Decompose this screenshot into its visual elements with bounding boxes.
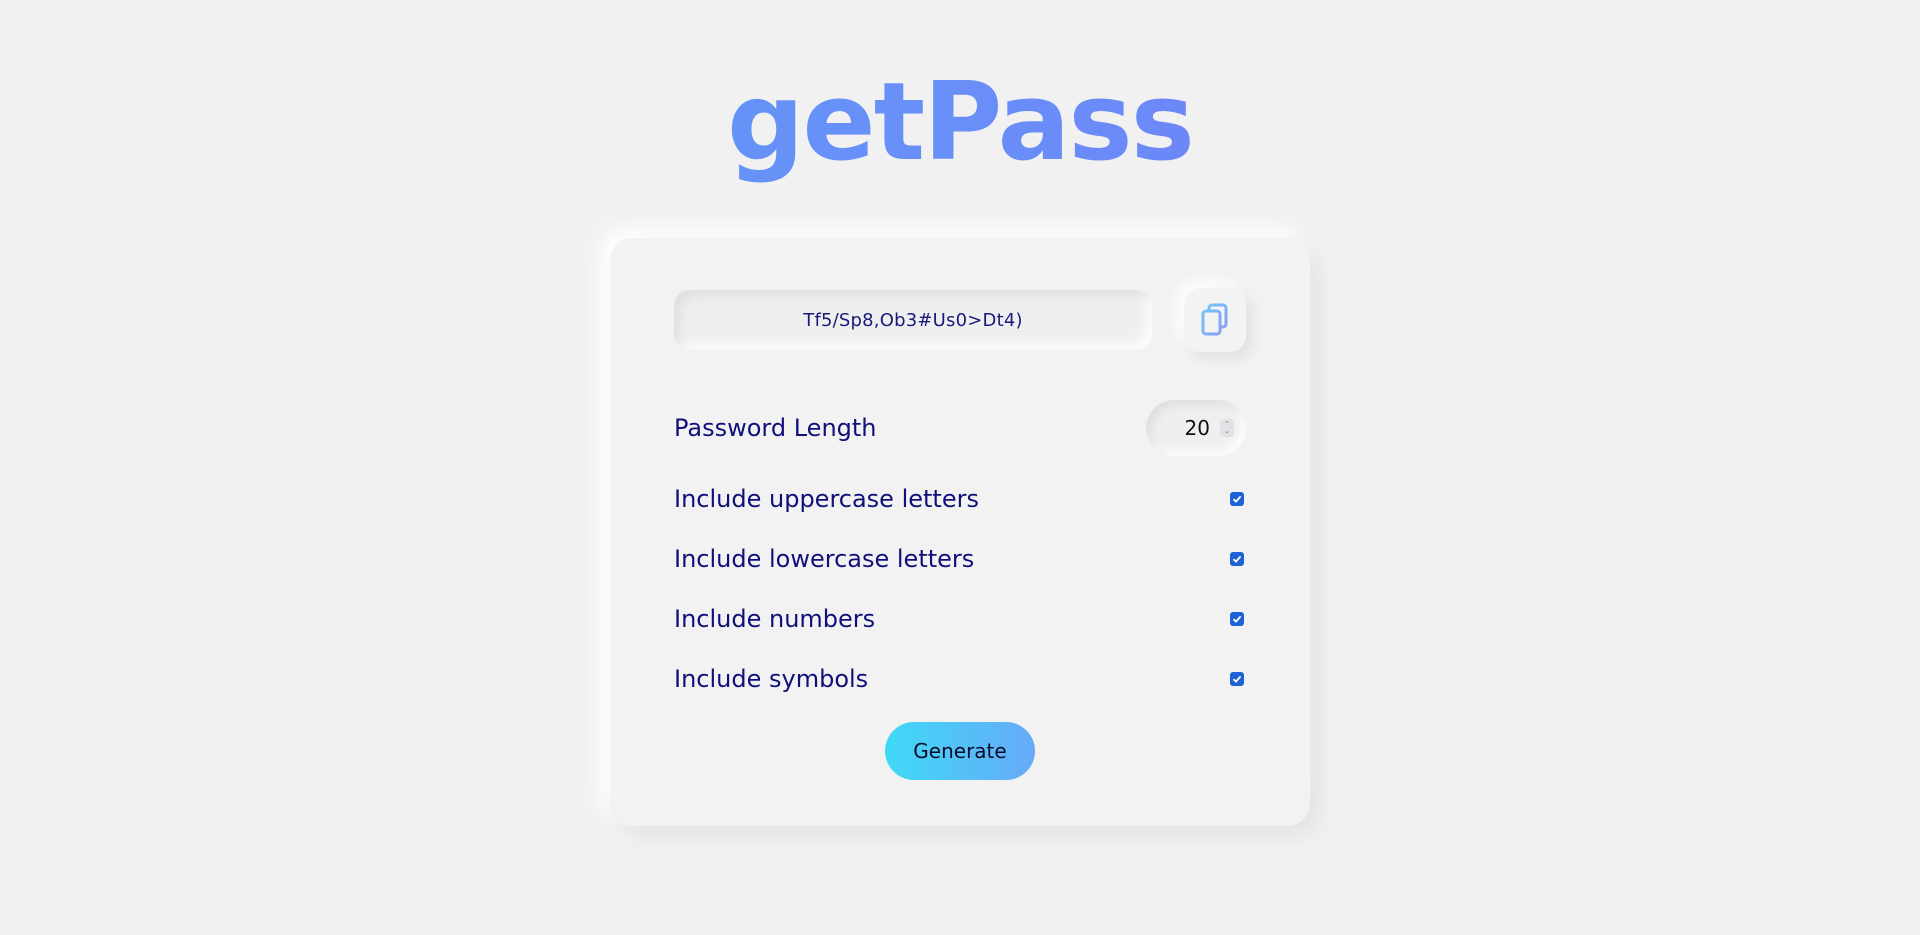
- checkmark-icon: [1232, 555, 1242, 563]
- option-row-uppercase: Include uppercase letters: [674, 485, 1246, 513]
- length-stepper-icon[interactable]: ⌃ ⌄: [1220, 419, 1234, 437]
- copy-icon: [1201, 303, 1228, 336]
- option-label-lowercase: Include lowercase letters: [674, 545, 975, 573]
- copy-button[interactable]: [1184, 288, 1246, 352]
- numbers-checkbox[interactable]: [1230, 612, 1244, 626]
- generate-button[interactable]: Generate: [885, 722, 1035, 780]
- option-label-symbols: Include symbols: [674, 665, 869, 693]
- checkmark-icon: [1232, 495, 1242, 503]
- password-length-row: Password Length 20 ⌃ ⌄: [674, 400, 1246, 456]
- option-row-numbers: Include numbers: [674, 605, 1246, 633]
- password-length-value: 20: [1184, 416, 1210, 440]
- option-label-numbers: Include numbers: [674, 605, 876, 633]
- password-output-field[interactable]: Tf5/Sp8,Ob3#Us0>Dt4): [674, 290, 1152, 350]
- generator-card: Tf5/Sp8,Ob3#Us0>Dt4) Password Length 20 …: [610, 238, 1310, 826]
- password-length-input[interactable]: 20 ⌃ ⌄: [1146, 400, 1246, 456]
- option-label-uppercase: Include uppercase letters: [674, 485, 979, 513]
- lowercase-checkbox[interactable]: [1230, 552, 1244, 566]
- password-length-label: Password Length: [674, 414, 877, 442]
- checkmark-icon: [1232, 675, 1242, 683]
- checkmark-icon: [1232, 615, 1242, 623]
- page: getPass Tf5/Sp8,Ob3#Us0>Dt4) Password Le…: [0, 0, 1920, 935]
- app-logo-title: getPass: [0, 58, 1920, 188]
- option-row-lowercase: Include lowercase letters: [674, 545, 1246, 573]
- symbols-checkbox[interactable]: [1230, 672, 1244, 686]
- option-row-symbols: Include symbols: [674, 665, 1246, 693]
- uppercase-checkbox[interactable]: [1230, 492, 1244, 506]
